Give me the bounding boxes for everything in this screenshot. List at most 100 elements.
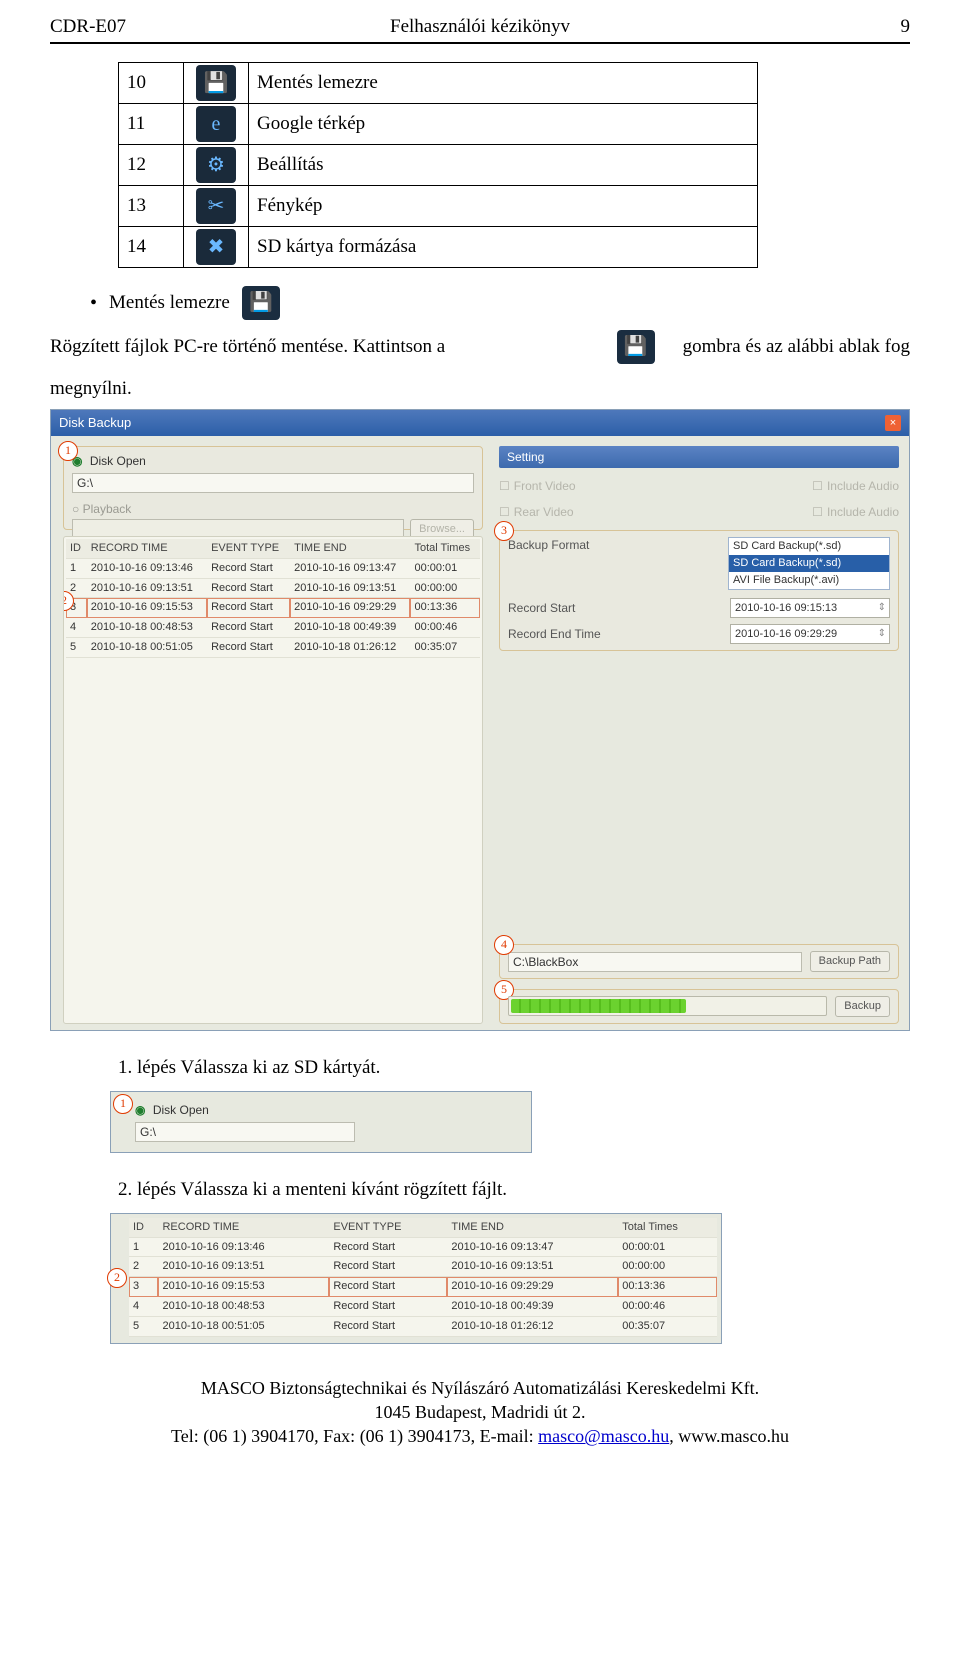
paragraph-line2: megnyílni.	[50, 376, 910, 402]
table-cell: 2010-10-16 09:13:47	[290, 558, 410, 578]
table-cell: 2010-10-16 09:15:53	[87, 598, 207, 618]
recordings-snippet: 2 IDRECORD TIMEEVENT TYPETIME ENDTotal T…	[110, 1213, 722, 1344]
table-header: TIME END	[290, 539, 410, 558]
recordings-table[interactable]: IDRECORD TIMEEVENT TYPETIME ENDTotal Tim…	[66, 539, 480, 658]
table-cell: 00:35:07	[618, 1316, 717, 1336]
record-start-label: Record Start	[508, 600, 575, 616]
checkbox-icon: ☐	[812, 505, 823, 519]
snapshot-icon-cell: ✂	[184, 185, 249, 226]
backup-path-input[interactable]	[508, 952, 802, 972]
table-row[interactable]: 12010-10-16 09:13:46Record Start2010-10-…	[129, 1237, 717, 1257]
table-row[interactable]: 42010-10-18 00:48:53Record Start2010-10-…	[66, 618, 480, 638]
icon-row-label: Beállítás	[249, 144, 758, 185]
table-cell: 00:00:01	[410, 558, 480, 578]
table-header: RECORD TIME	[87, 539, 207, 558]
icon-row-number: 11	[119, 103, 184, 144]
backup-format-select[interactable]: SD Card Backup(*.sd)SD Card Backup(*.sd)…	[728, 537, 890, 590]
format-option[interactable]: SD Card Backup(*.sd)	[729, 538, 889, 555]
table-cell: 5	[129, 1316, 158, 1336]
table-cell: 00:13:36	[410, 598, 480, 618]
table-row[interactable]: 42010-10-18 00:48:53Record Start2010-10-…	[129, 1297, 717, 1317]
table-cell: 2010-10-16 09:13:51	[290, 578, 410, 598]
table-cell: Record Start	[329, 1297, 447, 1317]
table-cell: 2010-10-18 00:48:53	[158, 1297, 329, 1317]
footer-line-1: MASCO Biztonságtechnikai és Nyílászáró A…	[50, 1376, 910, 1400]
table-cell: 00:00:00	[618, 1257, 717, 1277]
table-header: Total Times	[410, 539, 480, 558]
footer-line-3b: , www.masco.hu	[669, 1426, 789, 1446]
format-option[interactable]: AVI File Backup(*.avi)	[729, 572, 889, 589]
table-header: RECORD TIME	[158, 1218, 329, 1237]
include-audio-label: Include Audio	[827, 479, 899, 493]
table-cell: 4	[66, 618, 87, 638]
icon-row-number: 14	[119, 226, 184, 267]
radio-off-icon[interactable]: ○	[72, 502, 79, 516]
disk-open-label-snippet: Disk Open	[153, 1103, 209, 1117]
include-audio-label-2: Include Audio	[827, 505, 899, 519]
icon-row-number: 13	[119, 185, 184, 226]
setting-header: Setting	[499, 446, 899, 468]
header-rule	[50, 42, 910, 44]
table-cell: 2010-10-18 01:26:12	[447, 1316, 618, 1336]
footer-email-link[interactable]: masco@masco.hu	[538, 1426, 669, 1446]
table-cell: 00:00:46	[410, 618, 480, 638]
bullet-text: Mentés lemezre	[109, 290, 230, 316]
table-cell: 2010-10-16 09:13:51	[158, 1257, 329, 1277]
footer-line-3a: Tel: (06 1) 3904170, Fax: (06 1) 3904173…	[171, 1426, 538, 1446]
icon-row-label: Mentés lemezre	[249, 62, 758, 103]
radio-on-icon[interactable]: ◉	[135, 1103, 145, 1117]
table-row[interactable]: 32010-10-16 09:15:53Record Start2010-10-…	[66, 598, 480, 618]
table-row[interactable]: 32010-10-16 09:15:53Record Start2010-10-…	[129, 1277, 717, 1297]
front-video-label: Front Video	[514, 479, 576, 493]
table-cell: 00:00:46	[618, 1297, 717, 1317]
table-header: ID	[129, 1218, 158, 1237]
table-cell: Record Start	[207, 638, 290, 658]
record-start-spinner[interactable]: 2010-10-16 09:15:13	[730, 598, 890, 618]
marker-4: 4	[494, 935, 514, 955]
disk-path-input-snippet[interactable]	[135, 1122, 355, 1142]
table-cell: Record Start	[329, 1237, 447, 1257]
table-cell: 1	[66, 558, 87, 578]
table-row[interactable]: 12010-10-16 09:13:46Record Start2010-10-…	[66, 558, 480, 578]
google-maps-icon: e	[196, 106, 236, 142]
backup-progress	[508, 996, 827, 1016]
table-row[interactable]: 52010-10-18 00:51:05Record Start2010-10-…	[66, 638, 480, 658]
table-cell: 5	[66, 638, 87, 658]
table-row[interactable]: 22010-10-16 09:13:51Record Start2010-10-…	[129, 1257, 717, 1277]
table-cell: 2010-10-16 09:13:46	[158, 1237, 329, 1257]
icon-row-number: 10	[119, 62, 184, 103]
close-icon[interactable]: ×	[885, 415, 901, 431]
table-cell: 2010-10-18 00:49:39	[290, 618, 410, 638]
table-row[interactable]: 22010-10-16 09:13:51Record Start2010-10-…	[66, 578, 480, 598]
backup-path-button[interactable]: Backup Path	[810, 951, 890, 972]
disk-path-input[interactable]	[72, 473, 474, 493]
backup-button[interactable]: Backup	[835, 996, 890, 1017]
icon-row-number: 12	[119, 144, 184, 185]
table-header: ID	[66, 539, 87, 558]
format-option[interactable]: SD Card Backup(*.sd)	[729, 555, 889, 572]
save-icon: 💾	[242, 286, 280, 320]
bullet-dot: •	[90, 293, 97, 313]
table-cell: 2010-10-18 00:49:39	[447, 1297, 618, 1317]
step-1-text: 1. lépés Válassza ki az SD kártyát.	[118, 1055, 910, 1081]
paragraph-seg-b: gombra és az alábbi ablak fog	[683, 334, 910, 360]
table-cell: 2010-10-16 09:29:29	[290, 598, 410, 618]
table-cell: 2010-10-16 09:13:51	[447, 1257, 618, 1277]
save-icon: 💾	[196, 65, 236, 101]
record-end-spinner[interactable]: 2010-10-16 09:29:29	[730, 624, 890, 644]
table-header: EVENT TYPE	[329, 1218, 447, 1237]
icon-reference-table: 10💾Mentés lemezre11eGoogle térkép12⚙Beál…	[118, 62, 758, 268]
table-cell: Record Start	[329, 1277, 447, 1297]
format-sd-icon: ✖	[196, 229, 236, 265]
table-cell: Record Start	[207, 558, 290, 578]
step-2-text: 2. lépés Válassza ki a menteni kívánt rö…	[118, 1177, 910, 1203]
table-cell: 2010-10-16 09:15:53	[158, 1277, 329, 1297]
doc-header-left: CDR-E07	[50, 14, 337, 40]
icon-row-label: Fénykép	[249, 185, 758, 226]
table-row[interactable]: 52010-10-18 00:51:05Record Start2010-10-…	[129, 1316, 717, 1336]
save-icon-cell: 💾	[184, 62, 249, 103]
settings-icon: ⚙	[196, 147, 236, 183]
recordings-table-snippet[interactable]: IDRECORD TIMEEVENT TYPETIME ENDTotal Tim…	[129, 1218, 717, 1337]
table-cell: Record Start	[207, 598, 290, 618]
table-cell: 1	[129, 1237, 158, 1257]
